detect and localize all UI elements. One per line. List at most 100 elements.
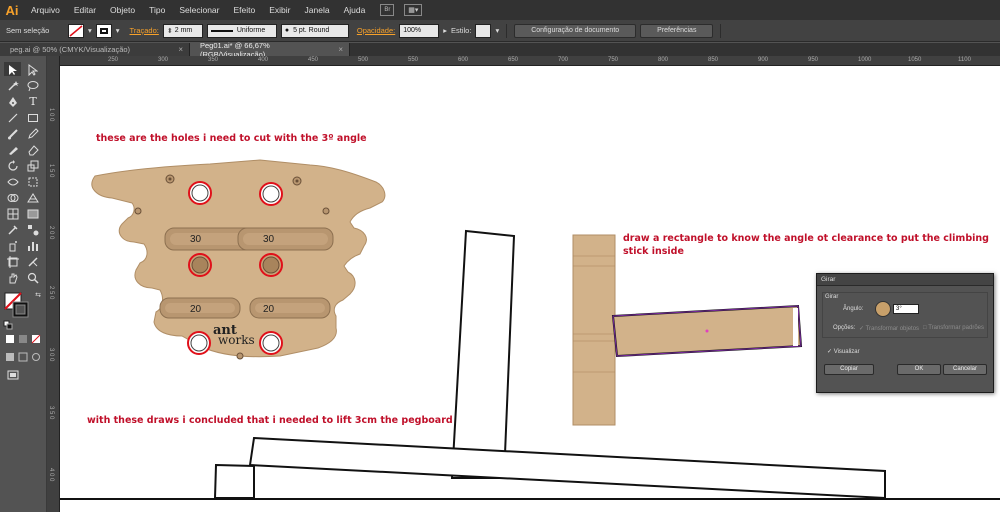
rectangle-tool-icon[interactable] (25, 111, 41, 124)
ruler-tick-label: 400 (258, 57, 269, 63)
width-tool-icon[interactable] (5, 175, 21, 188)
opacity-field[interactable]: 100% (399, 23, 440, 38)
default-colors-icon[interactable] (3, 320, 13, 330)
draw-inside-icon[interactable] (31, 352, 41, 362)
eyedropper-tool-icon[interactable] (5, 223, 21, 236)
close-icon[interactable]: × (338, 45, 343, 54)
tab-peg01[interactable]: Peg01.ai* @ 66,67% (RGB/Visualização) × (190, 41, 350, 59)
eraser-tool-icon[interactable] (25, 143, 41, 156)
pen-tool-icon[interactable] (5, 95, 21, 108)
opacity-dropdown-icon[interactable]: ▸ (443, 26, 447, 35)
document-tab-bar: peg.ai @ 50% (CMYK/Visualização) × Peg01… (0, 41, 1000, 59)
stroke-profile-select[interactable]: Uniforme (206, 23, 277, 38)
preview-checkbox[interactable]: ✓ Visualizar (827, 348, 860, 355)
ruler-tick-label: 900 (758, 57, 769, 63)
document-setup-button[interactable]: Configuração de documento (514, 23, 637, 38)
close-icon[interactable]: × (178, 45, 183, 54)
rect-end-gap (793, 308, 798, 346)
menu-selecionar[interactable]: Selecionar (172, 5, 226, 15)
selection-status: Sem seleção (6, 26, 50, 35)
column-graph-tool-icon[interactable] (25, 239, 41, 252)
perspective-grid-tool-icon[interactable] (25, 191, 41, 204)
style-swatch[interactable] (475, 23, 492, 38)
draw-normal-icon[interactable] (5, 352, 15, 362)
transform-objects-checkbox[interactable]: ✓ Transformar objetos (859, 325, 919, 332)
gradient-mode-icon[interactable] (18, 334, 28, 344)
color-mode-icon[interactable] (5, 334, 15, 344)
slice-tool-icon[interactable] (25, 255, 41, 268)
pencil-tool-icon[interactable] (25, 127, 41, 140)
free-transform-tool-icon[interactable] (25, 175, 41, 188)
stroke-weight-value: 2 mm (174, 27, 193, 34)
menu-janela[interactable]: Janela (298, 5, 337, 15)
stroke-label[interactable]: Traçado: (130, 26, 159, 35)
draw-behind-icon[interactable] (18, 352, 28, 362)
fill-dropdown-icon[interactable]: ▾ (88, 26, 92, 35)
symbol-sprayer-tool-icon[interactable] (5, 239, 21, 252)
direct-selection-tool-icon[interactable] (25, 63, 41, 76)
artboard-tool-icon[interactable] (5, 255, 21, 268)
fill-swatch[interactable] (68, 23, 84, 38)
ruler-tick-label: 500 (358, 57, 369, 63)
annotation-holes: these are the holes i need to cut with t… (96, 133, 367, 144)
mesh-tool-icon[interactable] (5, 207, 21, 220)
tab-peg[interactable]: peg.ai @ 50% (CMYK/Visualização) × (0, 43, 190, 56)
tools-grid (4, 62, 21, 76)
menu-editar[interactable]: Editar (67, 5, 103, 15)
line-tool-icon[interactable] (5, 111, 21, 124)
menu-arquivo[interactable]: Arquivo (24, 5, 67, 15)
stroke-swatch[interactable] (95, 23, 112, 38)
menu-exibir[interactable]: Exibir (262, 5, 297, 15)
brush-select[interactable]: ● 5 pt. Round (280, 23, 349, 38)
preferences-button[interactable]: Preferências (640, 23, 714, 38)
rotate-tool-icon[interactable] (5, 159, 21, 172)
magic-wand-tool-icon[interactable] (5, 79, 21, 92)
type-tool-icon[interactable]: T (25, 95, 41, 108)
ok-button[interactable]: OK (897, 364, 941, 375)
brush-value: 5 pt. Round (293, 27, 330, 34)
arrange-documents-icon[interactable]: ▦▾ (404, 4, 423, 16)
gradient-tool-icon[interactable] (25, 207, 41, 220)
shape-builder-tool-icon[interactable] (5, 191, 21, 204)
none-mode-icon[interactable] (31, 334, 41, 344)
angle-dial-icon[interactable] (875, 301, 891, 317)
menu-efeito[interactable]: Efeito (227, 5, 263, 15)
menu-tipo[interactable]: Tipo (142, 5, 172, 15)
pegboard-section-rect[interactable] (248, 436, 886, 500)
pegboard[interactable]: 30 30 20 20 ant works (91, 159, 386, 360)
angle-input[interactable]: 3° (893, 304, 919, 314)
blend-tool-icon[interactable] (25, 223, 41, 236)
brush-dot-icon: ● (284, 27, 290, 34)
zoom-tool-icon[interactable] (25, 271, 41, 284)
separator (506, 23, 508, 38)
stroke-weight-field[interactable]: ⬍ 2 mm (162, 23, 203, 38)
cancel-button[interactable]: Cancelar (943, 364, 987, 375)
copy-button[interactable]: Copiar (824, 364, 874, 375)
menu-ajuda[interactable]: Ajuda (337, 5, 373, 15)
ruler-tick-label: 250 (108, 57, 119, 63)
swap-fill-stroke-icon[interactable]: ⇆ (30, 288, 46, 301)
stepper-icon[interactable]: ⬍ (167, 27, 173, 35)
fill-stroke-swatches[interactable] (4, 292, 30, 320)
lift-block-rect[interactable] (213, 463, 255, 499)
paintbrush-tool-icon[interactable] (5, 127, 21, 140)
style-dropdown-icon[interactable]: ▾ (495, 26, 499, 35)
screen-mode-icon[interactable] (5, 368, 21, 381)
blob-brush-tool-icon[interactable] (5, 143, 21, 156)
menu-objeto[interactable]: Objeto (103, 5, 142, 15)
opacity-label[interactable]: Opacidade: (357, 26, 395, 35)
bridge-button[interactable]: Br (380, 4, 395, 16)
ruler-tick-label: 1 5 0 (48, 164, 54, 178)
selection-tool-icon[interactable] (5, 63, 21, 76)
climbing-stick-rect[interactable] (450, 229, 516, 479)
stroke-dropdown-icon[interactable]: ▾ (116, 26, 120, 35)
scale-tool-icon[interactable] (25, 159, 41, 172)
wood-stick[interactable] (572, 234, 616, 426)
lasso-tool-icon[interactable] (25, 79, 41, 92)
menu-bar: Ai Arquivo Editar Objeto Tipo Selecionar… (0, 0, 1000, 20)
ruler-tick-label: 2 5 0 (48, 286, 54, 300)
hand-tool-icon[interactable] (5, 271, 21, 284)
ruler-tick-label: 750 (608, 57, 619, 63)
screw-hole (134, 207, 142, 215)
transform-patterns-checkbox[interactable]: □ Transformar padrões (923, 325, 984, 331)
